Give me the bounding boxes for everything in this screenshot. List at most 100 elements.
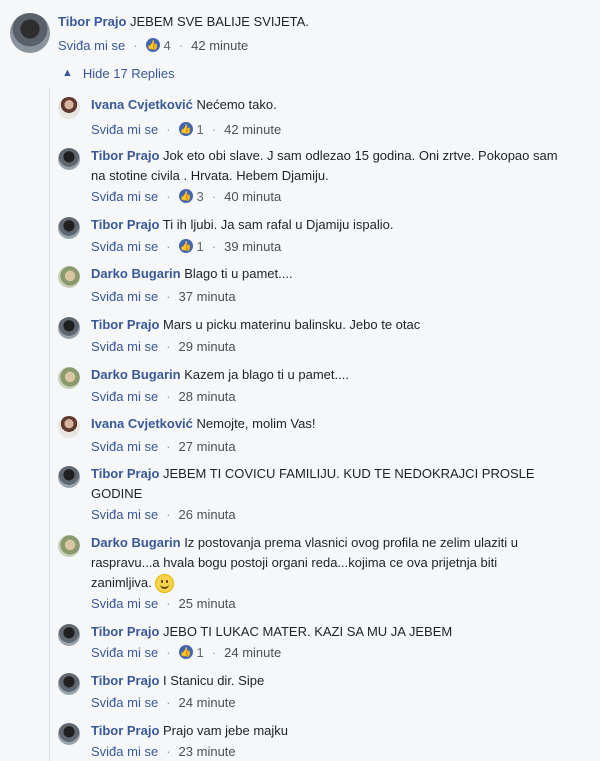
like-button[interactable]: Sviđa mi se	[91, 596, 158, 611]
avatar[interactable]	[58, 97, 80, 119]
like-button[interactable]: Sviđa mi se	[91, 439, 158, 454]
reply-text: Nećemo tako.	[192, 97, 277, 112]
reaction-count[interactable]: 👍 1	[178, 121, 204, 137]
like-count: 4	[163, 37, 171, 53]
timestamp[interactable]: 39 minuta	[224, 239, 281, 254]
reply-meta: Sviđa mi se · 👍 1 · 42 minute	[91, 120, 281, 138]
reply-body: Darko Bugarin Iz postovanja prema vlasni…	[91, 533, 561, 594]
reaction-count[interactable]: 👍 1	[178, 645, 204, 660]
like-button[interactable]: Sviđa mi se	[58, 38, 125, 53]
separator: ·	[166, 338, 171, 354]
like-button[interactable]: Sviđa mi se	[91, 239, 158, 254]
author-name[interactable]: Tibor Prajo	[91, 148, 159, 163]
author-name[interactable]: Tibor Prajo	[91, 723, 159, 738]
author-name[interactable]: Darko Bugarin	[91, 535, 181, 550]
thumbs-up-icon: 👍	[178, 239, 193, 253]
separator: ·	[166, 438, 171, 454]
timestamp[interactable]: 29 minuta	[179, 339, 236, 354]
like-count: 1	[196, 121, 204, 137]
like-button[interactable]: Sviđa mi se	[91, 507, 158, 522]
separator: ·	[211, 644, 217, 660]
author-name[interactable]: Darko Bugarin	[91, 367, 181, 382]
timestamp[interactable]: 24 minute	[224, 645, 281, 660]
avatar[interactable]	[58, 535, 80, 557]
reply-body: Tibor Prajo Jok eto obi slave. J sam odl…	[91, 146, 561, 186]
like-button[interactable]: Sviđa mi se	[91, 695, 158, 710]
reply-meta: Sviđa mi se · 23 minute	[91, 742, 236, 760]
reply-text: Ti ih ljubi. Ja sam rafal u Djamiju ispa…	[159, 217, 394, 232]
avatar[interactable]	[58, 624, 80, 646]
author-name[interactable]: Tibor Prajo	[91, 217, 159, 232]
separator: ·	[133, 37, 138, 53]
timestamp[interactable]: 23 minute	[179, 744, 236, 759]
reply-text: Nemojte, molim Vas!	[192, 416, 316, 431]
separator: ·	[166, 288, 171, 304]
reply-meta: Sviđa mi se · 👍 3 · 40 minuta	[91, 187, 281, 205]
separator: ·	[166, 694, 171, 710]
author-name[interactable]: Tibor Prajo	[91, 317, 159, 332]
separator: ·	[166, 595, 171, 611]
reply-text: I Stanicu dir. Sipe	[159, 673, 265, 688]
reply-text: Jok eto obi slave. J sam odlezao 15 godi…	[91, 148, 558, 183]
like-button[interactable]: Sviđa mi se	[91, 189, 158, 204]
reaction-count[interactable]: 👍 3	[178, 188, 204, 204]
thumbs-up-icon: 👍	[178, 189, 193, 203]
avatar[interactable]	[58, 673, 80, 695]
author-name[interactable]: Tibor Prajo	[58, 14, 126, 29]
avatar[interactable]	[58, 266, 80, 288]
thread-line	[49, 88, 50, 761]
avatar[interactable]	[58, 416, 80, 438]
like-button[interactable]: Sviđa mi se	[91, 389, 158, 404]
timestamp[interactable]: 26 minuta	[179, 507, 236, 522]
avatar[interactable]	[58, 148, 80, 170]
smile-emoji-icon	[155, 574, 175, 594]
reply-body: Tibor Prajo Prajo vam jebe majku	[91, 721, 561, 741]
thumbs-up-icon: 👍	[178, 122, 193, 136]
reply-body: Tibor Prajo Ti ih ljubi. Ja sam rafal u …	[91, 215, 561, 235]
separator: ·	[211, 238, 217, 254]
reply-body: Darko Bugarin Blago ti u pamet....	[91, 264, 561, 284]
author-name[interactable]: Ivana Cvjetković	[91, 97, 193, 112]
like-button[interactable]: Sviđa mi se	[91, 339, 158, 354]
separator: ·	[166, 506, 171, 522]
author-name[interactable]: Darko Bugarin	[91, 266, 181, 281]
reply-meta: Sviđa mi se · 27 minuta	[91, 437, 236, 455]
like-button[interactable]: Sviđa mi se	[91, 645, 158, 660]
timestamp[interactable]: 42 minute	[224, 122, 281, 137]
timestamp[interactable]: 25 minuta	[179, 596, 236, 611]
like-button[interactable]: Sviđa mi se	[91, 744, 158, 759]
reply-body: Tibor Prajo JEBEM TI COVICU FAMILIJU. KU…	[91, 464, 561, 504]
author-name[interactable]: Tibor Prajo	[91, 624, 159, 639]
avatar[interactable]	[58, 466, 80, 488]
timestamp[interactable]: 24 minute	[179, 695, 236, 710]
author-name[interactable]: Tibor Prajo	[91, 673, 159, 688]
avatar[interactable]	[58, 317, 80, 339]
like-button[interactable]: Sviđa mi se	[91, 122, 158, 137]
author-name[interactable]: Tibor Prajo	[91, 466, 159, 481]
reaction-count[interactable]: 👍 4	[145, 37, 171, 53]
timestamp[interactable]: 28 minuta	[179, 389, 236, 404]
timestamp[interactable]: 42 minute	[191, 38, 248, 53]
avatar[interactable]	[10, 13, 50, 53]
reply-text: Kazem ja blago ti u pamet....	[180, 367, 349, 382]
like-button[interactable]: Sviđa mi se	[91, 289, 158, 304]
reply-text: Mars u picku materinu balinsku. Jebo te …	[159, 317, 421, 332]
timestamp[interactable]: 27 minuta	[179, 439, 236, 454]
timestamp[interactable]: 37 minuta	[179, 289, 236, 304]
timestamp[interactable]: 40 minuta	[224, 189, 281, 204]
author-name[interactable]: Ivana Cvjetković	[91, 416, 193, 431]
like-count: 3	[196, 188, 204, 204]
avatar[interactable]	[58, 367, 80, 389]
reply-body: Ivana Cvjetković Nemojte, molim Vas!	[91, 414, 561, 434]
comment-text: JEBEM SVE BALIJE SVIJETA.	[130, 14, 309, 29]
reply-body: Tibor Prajo I Stanicu dir. Sipe	[91, 671, 561, 691]
chevron-up-icon: ▲	[62, 66, 73, 79]
reply-text: JEBO TI LUKAC MATER. KAZI SA MU JA JEBEM	[159, 624, 453, 639]
hide-replies-link[interactable]: ▲ Hide 17 Replies	[62, 66, 175, 81]
avatar[interactable]	[58, 217, 80, 239]
reply-text: Prajo vam jebe majku	[159, 723, 289, 738]
reaction-count[interactable]: 👍 1	[178, 239, 204, 254]
separator: ·	[166, 743, 171, 759]
reply-body: Tibor Prajo Mars u picku materinu balins…	[91, 315, 561, 335]
avatar[interactable]	[58, 723, 80, 745]
